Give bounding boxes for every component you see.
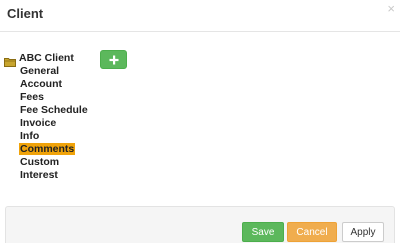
tree-item-fee-schedule[interactable]: Fee Schedule	[20, 104, 88, 117]
tree-item-fees[interactable]: Fees	[20, 91, 88, 104]
dialog-title: Client	[7, 6, 44, 21]
tree-item-label: Fee Schedule	[20, 104, 88, 116]
tree-item-label: General	[20, 65, 60, 77]
tree-item-info[interactable]: Info	[20, 130, 88, 143]
tree-item-comments[interactable]: Comments	[19, 143, 88, 156]
tree-item-invoice[interactable]: Invoice	[20, 117, 88, 130]
dialog-header: Client ×	[0, 0, 400, 32]
close-icon[interactable]: ×	[387, 2, 395, 16]
save-button[interactable]: Save	[242, 222, 284, 242]
tree-item-label-selected: Comments	[19, 143, 76, 155]
tree-item-label: Info	[20, 130, 40, 142]
tree-children: General Account Fees Fee Schedule Invoic…	[19, 65, 88, 182]
folder-icon	[4, 54, 16, 67]
tree-item-account[interactable]: Account	[20, 78, 88, 91]
dialog-footer: Save Cancel Apply	[5, 206, 395, 243]
tree-item-label: Account	[20, 78, 62, 90]
tree-item-label: Fees	[20, 91, 44, 103]
add-button[interactable]	[100, 50, 127, 69]
cancel-button[interactable]: Cancel	[287, 222, 337, 242]
tree-item-label: Interest	[20, 169, 58, 181]
tree-item-general[interactable]: General	[20, 65, 88, 78]
tree-item-custom[interactable]: Custom	[20, 156, 88, 169]
tree-root-node[interactable]: ABC Client	[4, 52, 88, 67]
plus-icon	[109, 53, 119, 67]
tree-item-label: Invoice	[20, 117, 57, 129]
client-tree: ABC Client General Account Fees Fee Sche…	[4, 52, 88, 182]
apply-button[interactable]: Apply	[342, 222, 384, 242]
client-dialog: Client × ABC Client General Account Fees…	[0, 0, 400, 243]
tree-root-label: ABC Client	[19, 52, 74, 64]
tree-item-interest[interactable]: Interest	[20, 169, 88, 182]
tree-item-label: Custom	[20, 156, 60, 168]
